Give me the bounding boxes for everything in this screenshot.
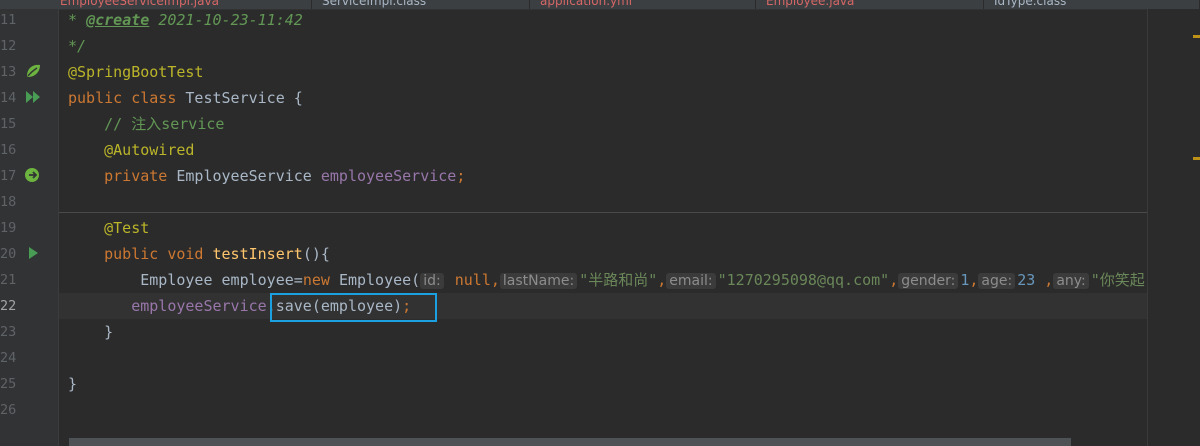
param-hint-age: age: — [978, 273, 1016, 289]
line-number: 24 — [0, 350, 17, 366]
highlight-box — [270, 293, 437, 322]
code-line-19: @Test — [68, 219, 150, 237]
line-number: 16 — [0, 142, 17, 158]
run-test-icon[interactable] — [24, 244, 42, 262]
line-number: 14 — [0, 90, 17, 106]
line-number: 25 — [0, 376, 17, 392]
code-line-16: @Autowired — [68, 141, 195, 159]
line-number: 15 — [0, 116, 17, 132]
autowired-bean-icon[interactable] — [24, 166, 42, 184]
code-line-20: public void testInsert(){ — [68, 245, 330, 263]
line-number: 11 — [0, 12, 17, 28]
line-number: 26 — [0, 402, 17, 418]
error-stripe-mark[interactable] — [1193, 35, 1200, 38]
method-separator — [59, 212, 1147, 213]
line-number: 21 — [0, 272, 17, 288]
error-stripe-mark[interactable] — [1193, 157, 1200, 160]
param-hint-email: email: — [666, 273, 716, 289]
code-line-23: } — [68, 323, 114, 341]
code-line-17: private EmployeeService employeeService; — [68, 167, 466, 185]
line-number: 19 — [0, 220, 17, 236]
line-number: 18 — [0, 194, 17, 210]
spring-bean-icon[interactable] — [24, 62, 42, 80]
code-line-11: * @create 2021-10-23-11:42 — [59, 11, 303, 29]
code-line-12: */ — [59, 37, 87, 55]
code-line-22-current: employeeService.save(employee); — [59, 293, 1147, 319]
param-hint-any: any: — [1053, 273, 1089, 289]
param-hint-lastname: lastName: — [499, 273, 578, 289]
line-number: 23 — [0, 324, 17, 340]
code-line-14: public class TestService { — [68, 89, 303, 107]
run-all-icon[interactable] — [24, 88, 42, 106]
code-line-13: @SpringBootTest — [68, 63, 204, 81]
code-line-15: // 注入service — [68, 115, 225, 133]
line-number: 20 — [0, 246, 17, 262]
code-line-25: } — [68, 375, 78, 393]
editor-right-margin — [1147, 9, 1200, 446]
line-number: 13 — [0, 64, 17, 80]
line-number: 12 — [0, 38, 17, 54]
line-number: 17 — [0, 168, 17, 184]
code-line-21: Employee employee=new Employee(id: null,… — [68, 271, 1145, 289]
line-number-current: 22 — [0, 298, 17, 314]
param-hint-gender: gender: — [898, 273, 959, 289]
code-editor[interactable]: * @create 2021-10-23-11:42 */ @SpringBoo… — [59, 9, 1147, 446]
param-hint-id: id: — [420, 273, 444, 289]
horizontal-scrollbar[interactable] — [69, 438, 1071, 446]
